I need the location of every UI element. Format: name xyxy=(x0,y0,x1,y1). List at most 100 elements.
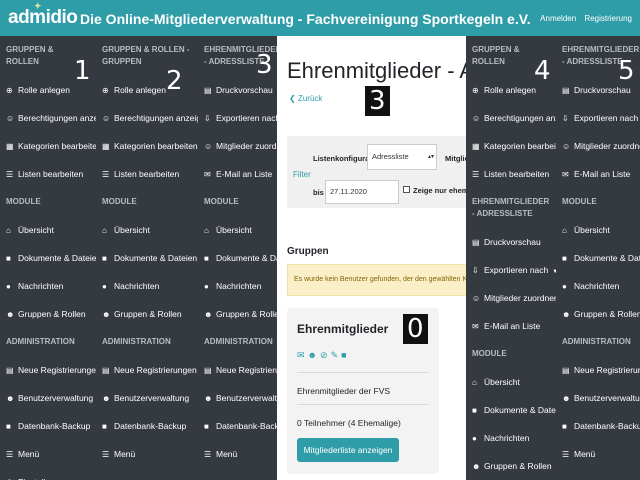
section-heading: MODULE xyxy=(102,197,137,206)
sidebar-item[interactable]: ⌂ Übersicht xyxy=(96,216,198,244)
sidebar-item[interactable]: ☻ Gruppen & Rollen xyxy=(556,300,640,328)
former-members-checkbox[interactable] xyxy=(403,186,410,193)
sidebar-item[interactable]: ☻ Gruppen & Rollen xyxy=(466,452,556,480)
sidebar-item[interactable]: ☻ Gruppen & Rollen xyxy=(96,300,198,328)
sidebar-item-label: Kategorien bearbeiten xyxy=(18,141,96,151)
listconfig-select[interactable]: Adressliste xyxy=(367,144,437,170)
register-link[interactable]: Registrierung xyxy=(584,14,632,23)
user-plus-icon[interactable]: ☻ xyxy=(308,350,320,360)
ban-icon[interactable]: ⊘ xyxy=(320,350,331,360)
sidebar-item[interactable]: ■ Datenbank-Backup xyxy=(96,412,198,440)
sidebar-item[interactable]: ⌂ Übersicht xyxy=(198,216,277,244)
sidebar-item[interactable]: ☻Benutzerverwaltung xyxy=(0,384,96,412)
grid-icon: ▦ xyxy=(102,142,110,151)
card-title: Ehrenmitglieder xyxy=(297,322,389,336)
card-divider xyxy=(297,372,429,373)
sidebar-item[interactable]: ⊕ Rolle anlegen xyxy=(96,76,198,104)
sidebar-item[interactable]: ☻Benutzerverwaltung xyxy=(556,384,640,412)
sidebar-item[interactable]: ⌂ Übersicht xyxy=(556,216,640,244)
sidebar-item[interactable]: ● Nachrichten xyxy=(96,272,198,300)
sidebar-item[interactable]: ✉ E-Mail an Liste xyxy=(198,160,277,188)
card-annotation-number: 0 xyxy=(403,314,428,344)
sidebar-item-label: Übersicht xyxy=(484,377,520,387)
sidebar-item[interactable]: ▦ Kategorien bearbeiten xyxy=(96,132,198,160)
logo-text: admidio xyxy=(8,7,78,28)
sidebar-col-4: GRUPPEN & ROLLEN ⊕ Rolle anlegen ☺ Berechtig… xyxy=(466,36,556,480)
date-input[interactable]: 27.11.2020 xyxy=(325,180,399,204)
users-cog-icon: ☻ xyxy=(102,394,111,403)
sidebar-item-label: Übersicht xyxy=(216,225,252,235)
sidebar-item-label: Datenbank-Backup xyxy=(18,421,91,431)
sidebar-item[interactable]: ✉ E-Mail an Liste xyxy=(556,160,640,188)
filter-toggle[interactable]: Filter xyxy=(293,170,311,179)
sidebar-item[interactable]: ☺Berechtigungen anzeigen xyxy=(466,104,556,132)
sidebar-item[interactable]: ■ Dokumente & Dateien xyxy=(198,244,277,272)
sidebar-item[interactable]: ☻Benutzerverwaltung xyxy=(96,384,198,412)
sidebar-item[interactable]: ☰ Menü xyxy=(0,440,96,468)
sidebar-item[interactable]: ▦ Kategorien bearbeiten xyxy=(466,132,556,160)
sidebar-item[interactable]: ● Nachrichten xyxy=(556,272,640,300)
section-heading: MODULE xyxy=(472,349,507,358)
database-icon: ■ xyxy=(102,422,107,431)
sidebar-item[interactable]: ▤ Neue Registrierungen xyxy=(556,356,640,384)
sidebar-item[interactable]: ⌂ Übersicht xyxy=(466,368,556,396)
sidebar-item[interactable]: ■ Datenbank-Backup xyxy=(0,412,96,440)
admidio-logo[interactable]: admidio ✦ xyxy=(8,1,78,29)
sidebar-item-label: Nachrichten xyxy=(18,281,64,291)
sidebar-item[interactable]: ☰ Menü xyxy=(556,440,640,468)
sidebar-item-label: Dokumente & Dateien xyxy=(574,253,640,263)
leaf-icon: ✦ xyxy=(34,1,42,11)
sidebar-item[interactable]: ■ Dokumente & Dateien xyxy=(466,396,556,424)
sidebar-item[interactable]: ■ Dokumente & Dateien xyxy=(0,244,96,272)
sidebar-col-2: GRUPPEN & ROLLEN - GRUPPEN ⊕ Rolle anlegen… xyxy=(96,36,198,480)
sidebar-item[interactable]: ☺Mitglieder zuordnen xyxy=(198,132,277,160)
sidebar-item[interactable]: ■ Datenbank-Backup xyxy=(198,412,277,440)
sidebar-item[interactable]: ■ Dokumente & Dateien xyxy=(556,244,640,272)
plus-circle-icon: ⊕ xyxy=(102,86,109,95)
sidebar-item[interactable]: ⇩Exportieren nach▼ xyxy=(198,104,277,132)
comments-icon: ● xyxy=(102,282,107,291)
sidebar-item[interactable]: ⇩Exportieren nach▼ xyxy=(466,256,556,284)
edit-icon[interactable]: ✎ xyxy=(331,350,342,360)
sidebar-item[interactable]: ☰ Listen bearbeiten xyxy=(466,160,556,188)
trash-icon[interactable]: ■ xyxy=(341,350,349,360)
sidebar-item[interactable]: ▤ Neue Registrierungen xyxy=(96,356,198,384)
sidebar-item[interactable]: ● Nachrichten xyxy=(466,424,556,452)
back-link[interactable]: ❮ Zurück xyxy=(289,94,322,103)
sidebar-item[interactable]: ▤ Druckvorschau xyxy=(198,76,277,104)
sidebar-item[interactable]: ☰ Listen bearbeiten xyxy=(96,160,198,188)
sidebar-item[interactable]: ☺Berechtigungen anzeigen xyxy=(96,104,198,132)
sidebar-item[interactable]: ☻ Gruppen & Rollen xyxy=(0,300,96,328)
comments-icon: ● xyxy=(562,282,567,291)
sidebar-item[interactable]: ☰ Menü xyxy=(198,440,277,468)
sidebar-item[interactable]: ☺Mitglieder zuordnen xyxy=(556,132,640,160)
sidebar-item-label: Druckvorschau xyxy=(216,85,273,95)
sidebar-item[interactable]: ● Nachrichten xyxy=(0,272,96,300)
sidebar-item-label: Kategorien bearbeiten xyxy=(484,141,556,151)
sidebar-item[interactable]: ☰ Menü xyxy=(96,440,198,468)
sidebar-item[interactable]: ⇩Exportieren nach▼ xyxy=(556,104,640,132)
sidebar-item[interactable]: ■ Datenbank-Backup xyxy=(556,412,640,440)
sidebar-item-label: Druckvorschau xyxy=(574,85,631,95)
sidebar-item-label: Listen bearbeiten xyxy=(114,169,180,179)
sidebar-item[interactable]: ■ Dokumente & Dateien xyxy=(96,244,198,272)
sidebar-item[interactable]: ▤ Neue Registrierungen xyxy=(0,356,96,384)
sidebar-item[interactable]: ⌂ Übersicht xyxy=(0,216,96,244)
sidebar-item[interactable]: ☺Berechtigungen anzeigen xyxy=(0,104,96,132)
sidebar-item[interactable]: ▤ Neue Registrierungen xyxy=(198,356,277,384)
envelope-icon[interactable]: ✉ xyxy=(297,350,308,360)
sidebar-item[interactable]: ● Nachrichten xyxy=(198,272,277,300)
sidebar-item[interactable]: ☰ Listen bearbeiten xyxy=(0,160,96,188)
sidebar-item[interactable]: ☻Benutzerverwaltung xyxy=(198,384,277,412)
sidebar-item-label: Übersicht xyxy=(18,225,54,235)
login-link[interactable]: Anmelden xyxy=(540,14,576,23)
sidebar-item[interactable]: ▦ Kategorien bearbeiten xyxy=(0,132,96,160)
sidebar-item[interactable]: ✉ E-Mail an Liste xyxy=(466,312,556,340)
sidebar-item[interactable]: ☻ Gruppen & Rollen xyxy=(198,300,277,328)
sidebar-item[interactable]: ⚙Einstellungen xyxy=(0,468,96,480)
grid-icon: ▦ xyxy=(472,142,480,151)
sidebar-item[interactable]: ▤ Druckvorschau xyxy=(466,228,556,256)
menu-icon: ☰ xyxy=(204,450,212,459)
show-member-list-button[interactable]: Mitgliederliste anzeigen xyxy=(297,438,399,462)
sidebar-item[interactable]: ☺Mitglieder zuordnen xyxy=(466,284,556,312)
